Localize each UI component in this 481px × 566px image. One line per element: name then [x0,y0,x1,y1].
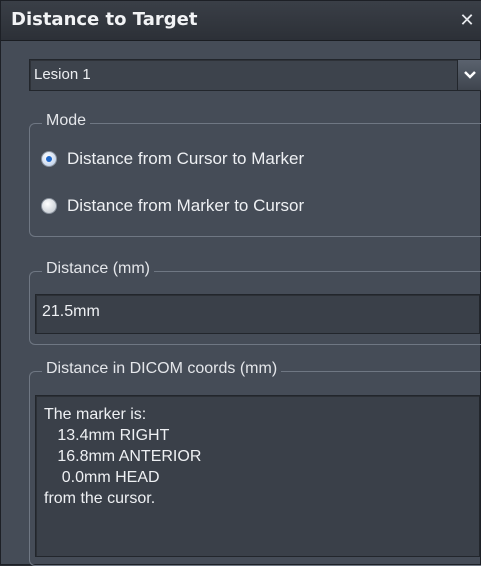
radio-label-marker-to-cursor: Distance from Marker to Cursor [67,196,305,215]
dicom-group-label: Distance in DICOM coords (mm) [42,360,282,378]
close-icon: ✕ [459,10,475,31]
dicom-text-area: The marker is: 13.4mm RIGHT 16.8mm ANTER… [35,395,480,557]
title-bar[interactable]: Distance to Target ✕ [1,1,481,41]
distance-value: 21.5mm [42,303,100,320]
distance-to-target-window: Distance to Target ✕ Lesion 1 Mode Dista… [0,0,481,566]
lesion-select[interactable]: Lesion 1 [29,59,481,91]
radio-button-checked[interactable] [41,151,57,167]
distance-field: 21.5mm [35,294,480,334]
radio-button-unchecked[interactable] [41,198,57,214]
dicom-result-text: The marker is: 13.4mm RIGHT 16.8mm ANTER… [44,406,202,507]
lesion-select-value: Lesion 1 [34,66,91,83]
close-button[interactable]: ✕ [456,11,478,31]
radio-cursor-to-marker[interactable]: Distance from Cursor to Marker [41,147,304,171]
window-title: Distance to Target [11,9,198,30]
mode-group: Mode [29,112,481,237]
chevron-down-icon [464,71,476,79]
radio-marker-to-cursor[interactable]: Distance from Marker to Cursor [41,194,304,218]
radio-label-cursor-to-marker: Distance from Cursor to Marker [67,149,305,168]
dropdown-button[interactable] [457,60,481,90]
distance-group-label: Distance (mm) [42,260,155,278]
mode-group-label: Mode [42,112,91,130]
